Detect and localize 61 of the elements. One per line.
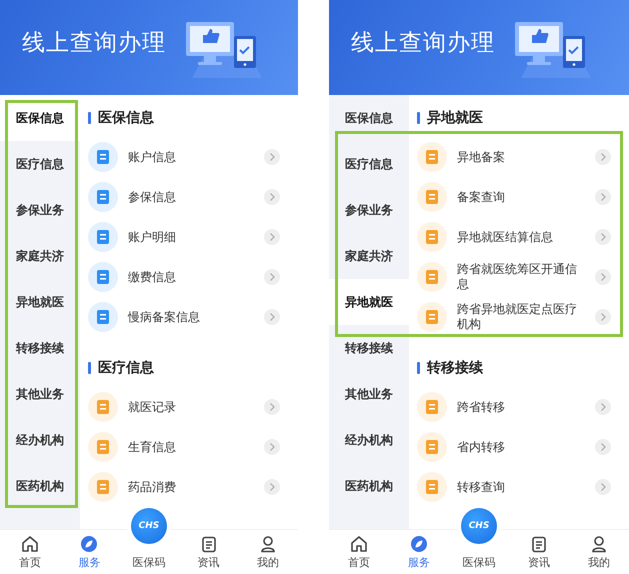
menu-item-label[interactable]: 账户明细: [128, 230, 254, 244]
menu-item-label[interactable]: 异地备案: [457, 150, 585, 164]
menu-item-label[interactable]: 跨省转移: [457, 400, 585, 414]
section-marker: [88, 362, 91, 374]
tab-label[interactable]: 首页: [348, 555, 370, 570]
page-title: 线上查询办理: [351, 29, 495, 58]
chevron-icon: [264, 269, 280, 285]
menu-item-label[interactable]: 慢病备案信息: [128, 310, 254, 324]
compass-icon: [80, 535, 98, 553]
tab-label[interactable]: 服务: [408, 555, 430, 570]
tab-label[interactable]: 资讯: [198, 555, 220, 570]
clipboard-icon: [200, 535, 218, 553]
tab-label[interactable]: 医保码: [132, 555, 166, 570]
clipboard-icon: [530, 535, 548, 553]
chevron-icon: [595, 229, 611, 245]
tab-label[interactable]: 服务: [78, 555, 100, 570]
menu-item-label[interactable]: 异地就医结算信息: [457, 230, 585, 244]
person-icon: [590, 535, 608, 553]
chevron-icon: [595, 439, 611, 455]
home-icon: [350, 535, 368, 553]
menu-item-label[interactable]: 跨省就医统筹区开通信息: [457, 262, 585, 292]
menu-item-label[interactable]: 省内转移: [457, 440, 585, 454]
chevron-icon: [595, 189, 611, 205]
page-title: 线上查询办理: [22, 29, 166, 58]
menu-item-label[interactable]: 账户信息: [128, 150, 254, 164]
menu-item-label[interactable]: 药品消费: [128, 480, 254, 494]
menu-item-label[interactable]: 跨省异地就医定点医疗机构: [457, 302, 585, 332]
section-marker: [417, 362, 420, 374]
tab-label[interactable]: 我的: [588, 555, 610, 570]
chevron-icon: [595, 269, 611, 285]
section-title: 医疗信息: [98, 359, 154, 377]
section-title: 医保信息: [98, 109, 154, 127]
tab-label[interactable]: 资讯: [528, 555, 550, 570]
chevron-icon: [595, 399, 611, 415]
section-marker: [417, 112, 420, 124]
menu-item-label[interactable]: 生育信息: [128, 440, 254, 454]
section-title: 转移接续: [427, 359, 483, 377]
chevron-icon: [264, 479, 280, 495]
tab-label[interactable]: 首页: [18, 555, 41, 570]
menu-item-label[interactable]: 就医记录: [128, 400, 254, 414]
home-icon: [20, 535, 39, 553]
tab-label[interactable]: 我的: [257, 555, 280, 570]
chevron-icon: [595, 149, 611, 165]
menu-item-label[interactable]: 参保信息: [128, 190, 254, 204]
compass-icon: [410, 535, 428, 553]
section-marker: [88, 112, 91, 124]
sidebar-item[interactable]: 异地就医: [329, 279, 409, 325]
chevron-icon: [264, 149, 280, 165]
menu-item-label[interactable]: 缴费信息: [128, 270, 254, 284]
chevron-icon: [595, 309, 611, 325]
menu-item-label[interactable]: 转移查询: [457, 480, 585, 494]
menu-item-label[interactable]: 备案查询: [457, 190, 585, 204]
chevron-icon: [595, 479, 611, 495]
chevron-icon: [264, 229, 280, 245]
chevron-icon: [264, 399, 280, 415]
chevron-icon: [264, 189, 280, 205]
section-title: 异地就医: [427, 109, 483, 127]
person-icon: [259, 535, 278, 553]
tab-label[interactable]: 医保码: [462, 555, 496, 570]
chevron-icon: [264, 439, 280, 455]
chevron-icon: [264, 309, 280, 325]
